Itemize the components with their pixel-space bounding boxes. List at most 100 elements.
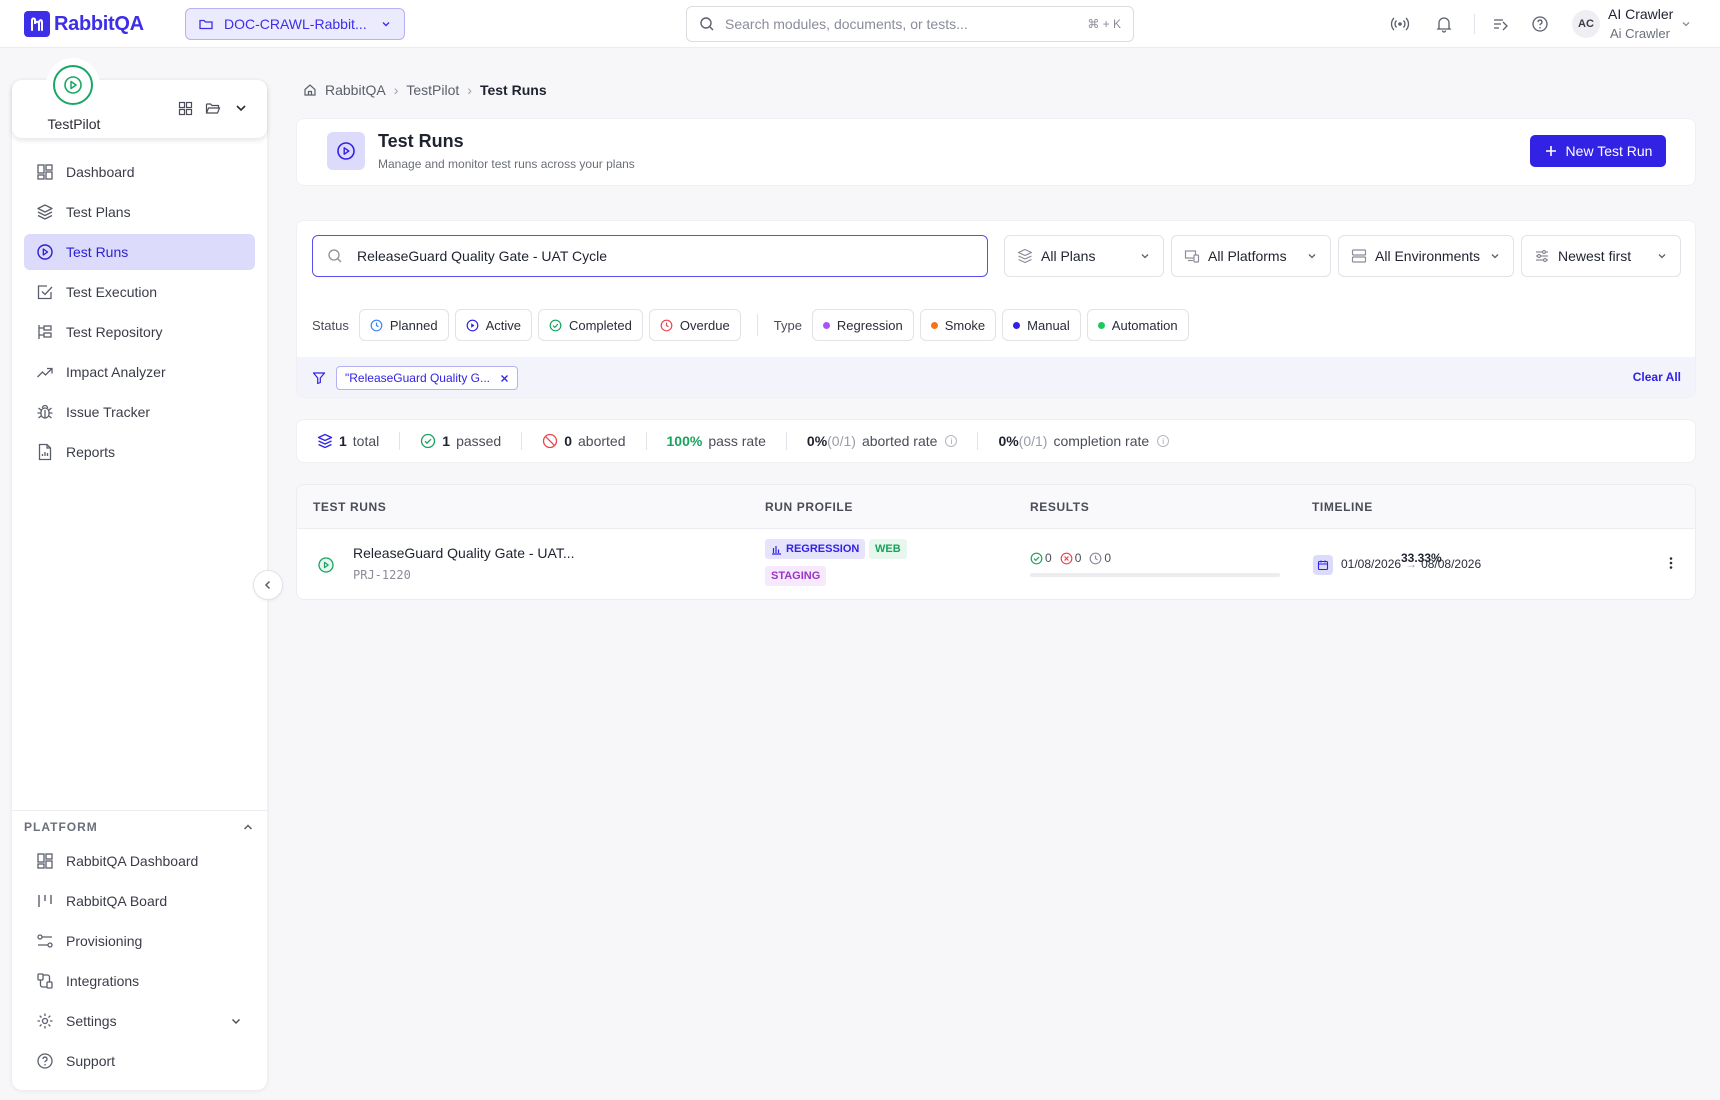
type-chip-automation[interactable]: Automation (1086, 309, 1189, 341)
status-chip-active[interactable]: Active (454, 309, 532, 341)
platform-section-header[interactable]: PLATFORM (24, 820, 255, 834)
sidebar-item-rabbitqa-dashboard[interactable]: RabbitQA Dashboard (24, 843, 255, 879)
sidebar-item-label: Reports (66, 444, 116, 460)
breadcrumb-item[interactable]: RabbitQA (325, 82, 386, 98)
sidebar-item-support[interactable]: Support (24, 1043, 255, 1079)
module-switcher[interactable]: TestPilot (12, 60, 267, 138)
column-header: TIMELINE (1312, 500, 1373, 514)
type-chip-manual[interactable]: Manual (1002, 309, 1081, 341)
passed-count: 0 (1030, 551, 1052, 565)
sidebar-item-reports[interactable]: Reports (24, 434, 255, 470)
info-icon[interactable]: i (1157, 435, 1170, 447)
help-icon[interactable] (1528, 12, 1552, 36)
stat-divider (645, 432, 647, 450)
sidebar-item-test-repository[interactable]: Test Repository (24, 314, 255, 350)
automation-dot-icon (1097, 321, 1105, 329)
breadcrumb-item[interactable]: TestPilot (406, 82, 459, 98)
type-chip-smoke[interactable]: Smoke (919, 309, 997, 341)
chevron-down-icon[interactable] (1680, 18, 1692, 30)
sidebar-item-label: Integrations (66, 973, 140, 989)
status-chip-completed[interactable]: Completed (537, 309, 643, 341)
chevron-down-icon[interactable] (233, 100, 249, 116)
smoke-dot-icon (930, 321, 938, 329)
user-name[interactable]: AI Crawler (1608, 6, 1673, 22)
page-title: Test Runs (378, 131, 464, 151)
sidebar-item-test-execution[interactable]: Test Execution (24, 274, 255, 310)
sidebar-item-test-plans[interactable]: Test Plans (24, 194, 255, 230)
calendar-icon (1313, 555, 1333, 575)
sidebar-item-label: Settings (66, 1013, 117, 1029)
play-circle-icon (327, 132, 365, 170)
sidebar-item-impact-analyzer[interactable]: Impact Analyzer (24, 354, 255, 390)
bell-icon[interactable] (1432, 12, 1456, 36)
sidebar-item-test-runs[interactable]: Test Runs (24, 234, 255, 270)
broadcast-icon[interactable] (1388, 12, 1412, 36)
type-chip-regression[interactable]: Regression (811, 309, 914, 341)
app-name: RabbitQA (54, 12, 144, 35)
stat-completion-rate-label: completion rate (1053, 433, 1150, 449)
sidebar-item-issue-tracker[interactable]: Issue Tracker (24, 394, 255, 430)
sort-value: Newest first (1558, 248, 1632, 264)
layers-icon (37, 204, 53, 220)
info-icon[interactable]: i (945, 435, 958, 447)
stat-total-label: total (352, 433, 380, 449)
active-filter-chip[interactable]: "ReleaseGuard Quality G... (336, 366, 518, 390)
chip-label: Smoke (944, 317, 986, 333)
stat-completion-rate-fraction: (0/1) (1018, 433, 1048, 449)
layers-icon (317, 433, 333, 449)
sidebar-item-dashboard[interactable]: Dashboard (24, 154, 255, 190)
app-logo[interactable]: RabbitQA (24, 11, 144, 37)
test-run-search-input[interactable]: ReleaseGuard Quality Gate - UAT Cycle (312, 235, 988, 277)
active-filters-bar: "ReleaseGuard Quality G... Clear All (297, 357, 1695, 397)
environments-dropdown[interactable]: All Environments (1338, 235, 1514, 277)
home-icon[interactable] (303, 83, 317, 97)
type-label: Type (773, 317, 802, 333)
table-header: TEST RUNS RUN PROFILE RESULTS TIMELINE (297, 485, 1695, 529)
status-chip-planned[interactable]: Planned (358, 309, 449, 341)
ban-icon (543, 433, 558, 449)
timeline-range: 01/08/2026 → 08/08/2026 (1341, 557, 1481, 571)
test-runs-table: TEST RUNS RUN PROFILE RESULTS TIMELINE R… (296, 484, 1696, 600)
sidebar-item-rabbitqa-board[interactable]: RabbitQA Board (24, 883, 255, 919)
breadcrumb-separator: › (393, 82, 399, 98)
palette-icon[interactable] (1488, 12, 1512, 36)
sidebar-nav: Dashboard Test Plans Test Runs Test Exec… (24, 154, 255, 474)
check-circle-icon (549, 319, 562, 331)
project-selector[interactable]: DOC-CRAWL-Rabbit... (185, 8, 405, 40)
tag-label: REGRESSION (786, 543, 860, 555)
sidebar-item-provisioning[interactable]: Provisioning (24, 923, 255, 959)
avatar[interactable]: AC (1572, 10, 1600, 38)
new-test-run-label: New Test Run (1565, 143, 1653, 159)
chevron-down-icon (1141, 254, 1149, 259)
more-vertical-icon[interactable] (1663, 555, 1679, 571)
sidebar-item-label: RabbitQA Board (66, 893, 168, 909)
sidebar-item-settings[interactable]: Settings (24, 1003, 255, 1039)
chip-label: Regression (836, 317, 903, 333)
x-circle-icon (1060, 552, 1073, 564)
platforms-dropdown[interactable]: All Platforms (1171, 235, 1331, 277)
close-icon[interactable] (500, 374, 509, 383)
column-header: RESULTS (1030, 500, 1090, 514)
sidebar-collapse-button[interactable] (253, 570, 283, 600)
plans-value: All Plans (1041, 248, 1096, 264)
breadcrumb-current: Test Runs (479, 82, 547, 98)
plans-dropdown[interactable]: All Plans (1004, 235, 1164, 277)
sort-dropdown[interactable]: Newest first (1521, 235, 1681, 277)
status-label: Status (312, 317, 349, 333)
sidebar-item-label: RabbitQA Dashboard (66, 853, 199, 869)
run-title[interactable]: ReleaseGuard Quality Gate - UAT... (353, 545, 575, 561)
global-search-input[interactable]: Search modules, documents, or tests... ⌘… (686, 6, 1134, 42)
run-id: PRJ-1220 (353, 568, 411, 582)
new-test-run-button[interactable]: New Test Run (1530, 135, 1666, 167)
sidebar-item-integrations[interactable]: Integrations (24, 963, 255, 999)
folder-open-icon[interactable] (205, 101, 221, 116)
stat-completion-rate-value: 0% (998, 433, 1019, 449)
plus-icon (1545, 146, 1556, 156)
chip-label: Completed (568, 317, 632, 333)
grid-icon[interactable] (178, 101, 193, 116)
clear-all-button[interactable]: Clear All (1633, 370, 1681, 384)
failed-value: 0 (1074, 551, 1082, 565)
sidebar-item-label: Provisioning (66, 933, 143, 949)
chevron-down-icon (1658, 254, 1666, 259)
status-chip-overdue[interactable]: Overdue (648, 309, 741, 341)
